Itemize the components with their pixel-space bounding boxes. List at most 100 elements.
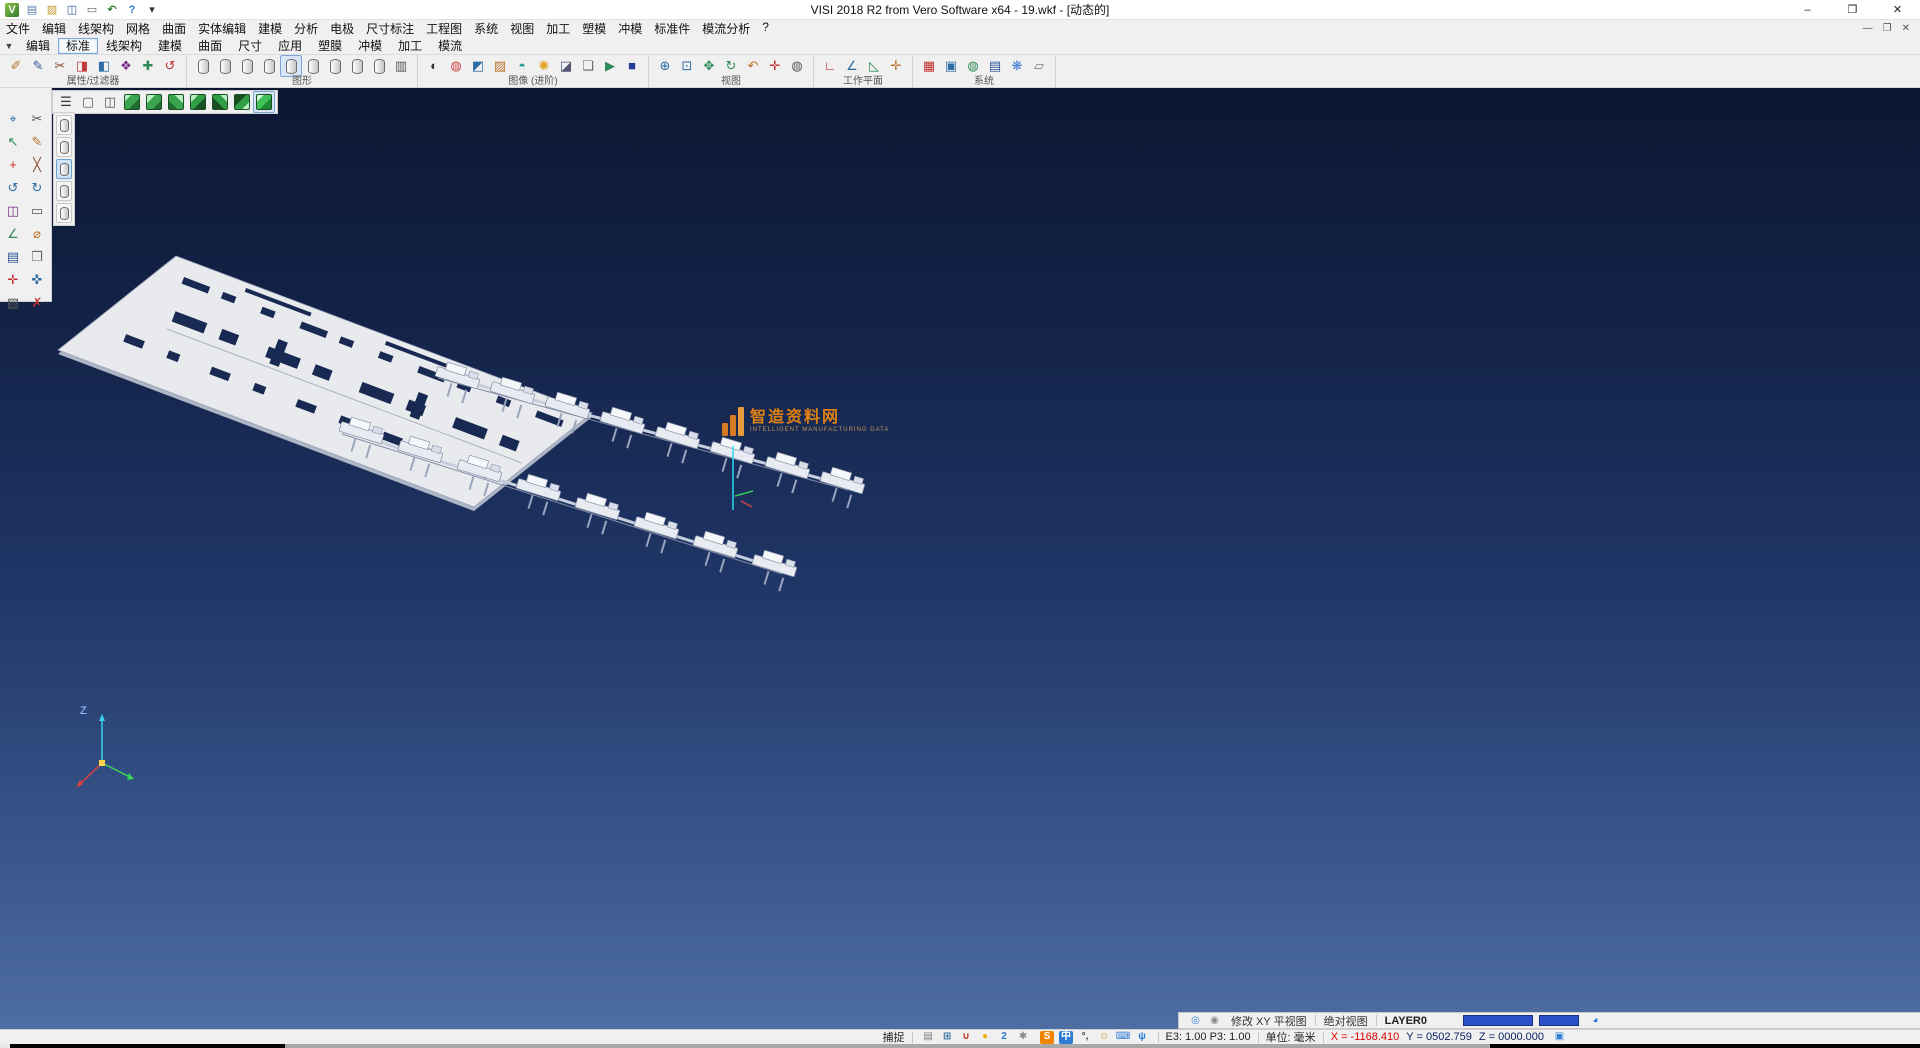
tab-dimension[interactable]: 尺寸 bbox=[230, 38, 270, 54]
snap-toggle[interactable]: 捕捉 bbox=[883, 1029, 905, 1045]
visi-logo-icon[interactable]: V bbox=[3, 2, 21, 18]
redraw-icon[interactable]: ✛ bbox=[764, 55, 786, 77]
workspace-icon[interactable]: ▱ bbox=[1028, 55, 1050, 77]
delete-icon[interactable]: ╳ bbox=[26, 154, 48, 176]
viewport[interactable]: 智造资料网 INTELLIGENT MANUFACTURING DATA Z bbox=[0, 88, 1920, 1029]
menu-item[interactable]: 加工 bbox=[540, 20, 576, 37]
tab-wireframe[interactable]: 线架构 bbox=[98, 38, 150, 54]
menu-item[interactable]: 标准件 bbox=[648, 20, 696, 37]
center-icon[interactable]: ✜ bbox=[26, 269, 48, 291]
status-grid-icon[interactable]: ⊞ bbox=[939, 1030, 956, 1044]
minimize-button[interactable]: – bbox=[1785, 0, 1830, 19]
shading-mode-8-icon[interactable] bbox=[346, 55, 368, 77]
menu-item[interactable]: 分析 bbox=[288, 20, 324, 37]
render-cube-icon[interactable]: ■ bbox=[621, 55, 643, 77]
trim-icon[interactable]: ✂ bbox=[26, 108, 48, 130]
database-icon[interactable]: ▤ bbox=[984, 55, 1006, 77]
active-layer-label[interactable]: LAYER0 bbox=[1385, 1015, 1427, 1027]
display-style-5-icon[interactable] bbox=[56, 203, 72, 223]
menu-item[interactable]: 电极 bbox=[324, 20, 360, 37]
menu-item[interactable]: 尺寸标注 bbox=[360, 20, 420, 37]
shading-mode-3-icon[interactable] bbox=[236, 55, 258, 77]
mdi-minimize-button[interactable]: — bbox=[1863, 23, 1873, 34]
materials-icon[interactable]: ◩ bbox=[467, 55, 489, 77]
iso-view-4-icon[interactable] bbox=[253, 91, 275, 113]
display-style-1-icon[interactable] bbox=[56, 115, 72, 135]
select-icon[interactable]: ⌖ bbox=[2, 108, 24, 130]
layer-color-bar-2[interactable] bbox=[1539, 1015, 1579, 1026]
tab-standard[interactable]: 标准 bbox=[58, 38, 98, 54]
taskbar-strip[interactable] bbox=[285, 1044, 1490, 1048]
absolute-view-label[interactable]: 绝对视图 bbox=[1324, 1013, 1368, 1029]
color-table-icon[interactable]: ▦ bbox=[918, 55, 940, 77]
iso-view-3-icon[interactable] bbox=[231, 91, 253, 113]
layer-list-icon[interactable]: ▤ bbox=[2, 246, 24, 268]
texture-icon[interactable]: ▨ bbox=[489, 55, 511, 77]
ime-keyboard-icon[interactable]: ⌨ bbox=[1115, 1030, 1132, 1044]
stretch-icon[interactable]: ▭ bbox=[26, 200, 48, 222]
layer-color-bar-1[interactable] bbox=[1463, 1015, 1533, 1026]
display-style-4-icon[interactable] bbox=[56, 181, 72, 201]
close-button[interactable]: ✕ bbox=[1875, 0, 1920, 19]
print-icon[interactable]: ▭ bbox=[83, 2, 101, 18]
restore-button[interactable]: ❐ bbox=[1830, 0, 1875, 19]
ime-mic-icon[interactable]: ψ bbox=[1134, 1030, 1151, 1044]
save-icon[interactable]: ◫ bbox=[63, 2, 81, 18]
graphics-settings-icon[interactable]: ▥ bbox=[390, 55, 412, 77]
align-icon[interactable]: ✛ bbox=[2, 269, 24, 291]
redo-arc-icon[interactable]: ↻ bbox=[26, 177, 48, 199]
display-style-3-icon[interactable] bbox=[56, 159, 72, 179]
mdi-restore-button[interactable]: ❐ bbox=[1883, 23, 1892, 34]
status-plot-icon[interactable]: ▤ bbox=[920, 1030, 937, 1044]
screen-settings-icon[interactable]: ▣ bbox=[940, 55, 962, 77]
new-document-icon[interactable]: ▤ bbox=[23, 2, 41, 18]
snowflake-icon[interactable]: ❋ bbox=[1006, 55, 1028, 77]
status-magnet-icon[interactable]: ∪ bbox=[958, 1030, 975, 1044]
tab-mould[interactable]: 塑膜 bbox=[310, 38, 350, 54]
zoom-fit-icon[interactable]: ⊕ bbox=[654, 55, 676, 77]
tab-edit[interactable]: 编辑 bbox=[18, 38, 58, 54]
menu-item[interactable]: 模流分析 bbox=[696, 20, 756, 37]
attribute-delete-icon[interactable]: ✂ bbox=[49, 55, 71, 77]
tabbar-dropdown-icon[interactable]: ▼ bbox=[0, 41, 18, 51]
undo-arc-icon[interactable]: ↺ bbox=[2, 177, 24, 199]
erase-all-icon[interactable]: ✗ bbox=[26, 292, 48, 314]
tab-machining[interactable]: 加工 bbox=[390, 38, 430, 54]
view-front-cube-icon[interactable] bbox=[143, 91, 165, 113]
open-file-icon[interactable]: ▨ bbox=[43, 2, 61, 18]
workplane-standard-icon[interactable]: ∟ bbox=[819, 55, 841, 77]
iso-view-2-icon[interactable] bbox=[209, 91, 231, 113]
undo-icon[interactable]: ↶ bbox=[103, 2, 121, 18]
snapshot-icon[interactable]: ❏ bbox=[577, 55, 599, 77]
menu-item[interactable]: 线架构 bbox=[72, 20, 120, 37]
menu-item[interactable]: 编辑 bbox=[36, 20, 72, 37]
menu-item[interactable]: 工程图 bbox=[420, 20, 468, 37]
attribute-edit-icon[interactable]: ✐ bbox=[5, 55, 27, 77]
status-help-icon[interactable]: 2 bbox=[996, 1030, 1013, 1044]
workplane-reset-icon[interactable]: ✛ bbox=[885, 55, 907, 77]
hatch-icon[interactable]: ▧ bbox=[2, 292, 24, 314]
previous-view-icon[interactable]: ↶ bbox=[742, 55, 764, 77]
shading-mode-4-icon[interactable] bbox=[258, 55, 280, 77]
attribute-copy-icon[interactable]: ✎ bbox=[27, 55, 49, 77]
filter-layer-icon[interactable]: ❖ bbox=[115, 55, 137, 77]
workplane-entity-icon[interactable]: ∠ bbox=[841, 55, 863, 77]
menu-item[interactable]: 实体编辑 bbox=[192, 20, 252, 37]
view-refresh-icon[interactable]: ◉ bbox=[1206, 1014, 1223, 1028]
status-view-icon[interactable]: ▣ bbox=[1551, 1030, 1568, 1044]
visibility-icon[interactable]: ◍ bbox=[786, 55, 808, 77]
shadow-icon[interactable]: ◪ bbox=[555, 55, 577, 77]
menu-item[interactable]: 网格 bbox=[120, 20, 156, 37]
menu-item[interactable]: 视图 bbox=[504, 20, 540, 37]
shading-mode-2-icon[interactable] bbox=[214, 55, 236, 77]
view-multi-icon[interactable]: ◫ bbox=[99, 91, 121, 113]
status-tools-icon[interactable]: ✱ bbox=[1015, 1030, 1032, 1044]
menu-item[interactable]: 建模 bbox=[252, 20, 288, 37]
render-mode-icon[interactable]: ◕ bbox=[1587, 1014, 1604, 1028]
diameter-icon[interactable]: ⌀ bbox=[26, 223, 48, 245]
menu-item[interactable]: 塑模 bbox=[576, 20, 612, 37]
iso-view-1-icon[interactable] bbox=[187, 91, 209, 113]
view-top-cube-icon[interactable] bbox=[121, 91, 143, 113]
ime-punctuation-icon[interactable]: °, bbox=[1077, 1030, 1094, 1044]
filter-color-icon[interactable]: ◧ bbox=[93, 55, 115, 77]
